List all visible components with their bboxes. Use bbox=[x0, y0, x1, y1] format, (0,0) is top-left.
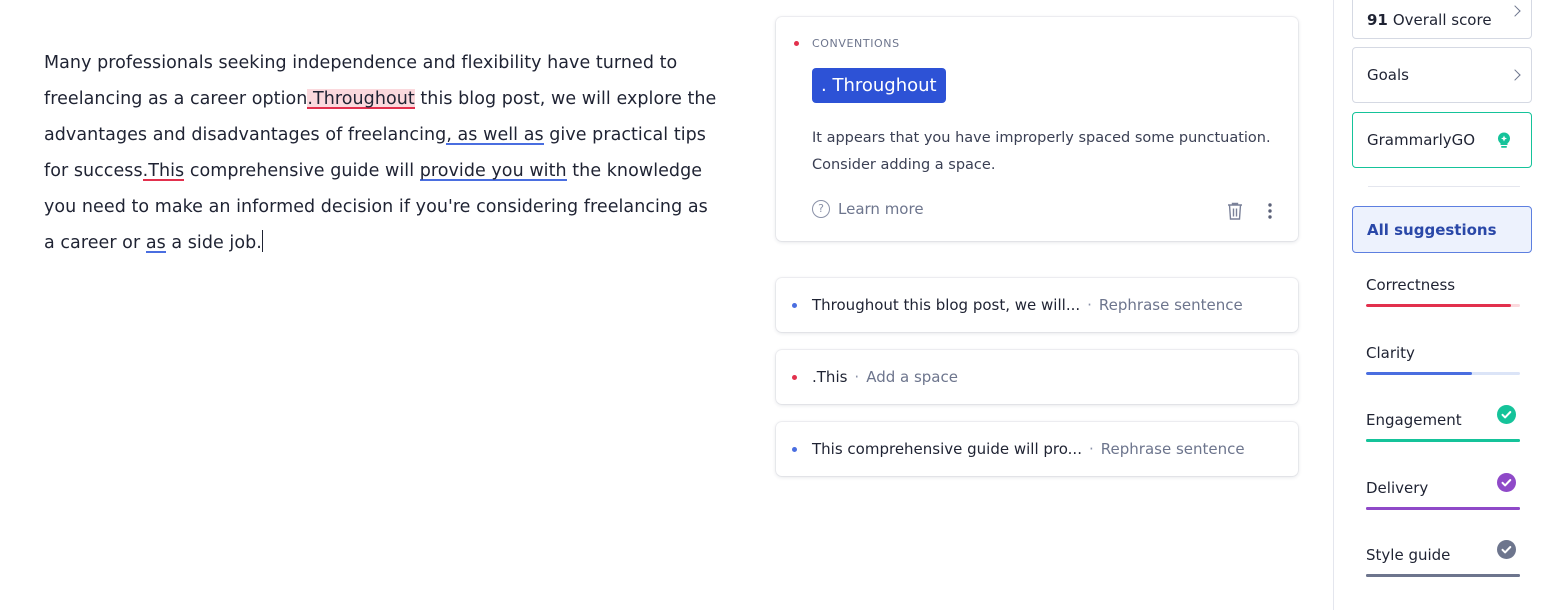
goals-button[interactable]: Goals bbox=[1352, 47, 1532, 103]
progress-fill bbox=[1366, 574, 1520, 577]
suggestion-action: Rephrase sentence bbox=[1098, 296, 1243, 314]
flagged-as[interactable]: as bbox=[146, 233, 166, 253]
category-delivery[interactable]: Delivery bbox=[1366, 473, 1520, 537]
suggestion-item[interactable]: .This · Add a space bbox=[776, 350, 1298, 404]
all-suggestions-tab[interactable]: All suggestions bbox=[1352, 206, 1532, 253]
progress-fill bbox=[1366, 507, 1520, 510]
text-caret bbox=[261, 230, 263, 252]
suggestion-item[interactable]: Throughout this blog post, we will... · Re… bbox=[776, 278, 1298, 332]
category-correctness[interactable]: Correctness bbox=[1366, 276, 1520, 334]
chevron-right-icon bbox=[1509, 69, 1521, 81]
overall-score-button[interactable]: 91 Overall score bbox=[1352, 0, 1532, 39]
text-segment: a side job. bbox=[165, 233, 262, 253]
category-progress-bar bbox=[1366, 372, 1520, 375]
category-dot bbox=[792, 303, 797, 308]
grammarlygo-label: GrammarlyGO bbox=[1367, 131, 1476, 149]
suggestion-action: Rephrase sentence bbox=[1100, 440, 1245, 458]
suggestion-excerpt: This comprehensive guide will pro... bbox=[812, 440, 1082, 458]
sidebar-divider bbox=[1368, 186, 1520, 187]
accept-suggestion-button[interactable]: . Throughout bbox=[812, 68, 946, 103]
progress-fill bbox=[1366, 304, 1511, 307]
flagged-punctuation-this[interactable]: .This bbox=[143, 161, 185, 181]
separator: · bbox=[1088, 440, 1094, 458]
category-progress-bar bbox=[1366, 439, 1520, 442]
learn-more-link[interactable]: ? Learn more bbox=[812, 200, 924, 218]
chevron-right-icon bbox=[1509, 4, 1521, 17]
lightbulb-sparkle-icon bbox=[1497, 132, 1511, 148]
goals-label: Goals bbox=[1367, 66, 1409, 84]
progress-fill bbox=[1366, 372, 1473, 375]
text-segment: comprehensive guide will bbox=[184, 161, 420, 181]
separator: · bbox=[854, 368, 860, 386]
learn-more-label: Learn more bbox=[838, 200, 924, 218]
suggestion-item[interactable]: This comprehensive guide will pro... · Rep… bbox=[776, 422, 1298, 476]
progress-fill bbox=[1366, 439, 1520, 442]
category-progress-bar bbox=[1366, 304, 1520, 307]
trash-icon bbox=[1228, 202, 1242, 220]
category-dot bbox=[792, 375, 797, 380]
category-progress-bar bbox=[1366, 507, 1520, 510]
category-progress-bar bbox=[1366, 574, 1520, 577]
suggestion-action: Add a space bbox=[866, 368, 958, 386]
category-dot bbox=[794, 41, 799, 46]
category-engagement[interactable]: Engagement bbox=[1366, 405, 1520, 469]
category-name: Clarity bbox=[1366, 344, 1415, 362]
active-suggestion-card: CONVENTIONS . Throughout It appears that… bbox=[776, 17, 1298, 241]
dismiss-button[interactable] bbox=[1224, 200, 1246, 222]
flagged-as-well-as[interactable]: , as well as bbox=[446, 125, 543, 145]
suggestion-category: CONVENTIONS bbox=[812, 37, 900, 50]
separator: · bbox=[1087, 296, 1092, 314]
category-name: Correctness bbox=[1366, 276, 1456, 294]
overall-score-value: 91 bbox=[1367, 10, 1388, 29]
category-name: Engagement bbox=[1366, 411, 1462, 429]
flagged-provide-you-with[interactable]: provide you with bbox=[420, 161, 567, 181]
category-name: Style guide bbox=[1366, 546, 1451, 564]
check-circle-icon bbox=[1497, 540, 1516, 559]
category-dot bbox=[792, 447, 797, 452]
more-vertical-icon bbox=[1268, 203, 1272, 219]
flagged-punctuation-throughout[interactable]: .Throughout bbox=[307, 89, 415, 109]
category-clarity[interactable]: Clarity bbox=[1366, 344, 1520, 402]
suggestion-excerpt: Throughout this blog post, we will... bbox=[812, 296, 1081, 314]
overall-score-label: Overall score bbox=[1392, 10, 1492, 29]
grammarlygo-button[interactable]: GrammarlyGO bbox=[1352, 112, 1532, 168]
document-editor[interactable]: Many professionals seeking independence … bbox=[44, 45, 724, 261]
question-circle-icon: ? bbox=[812, 200, 830, 218]
check-circle-icon bbox=[1497, 405, 1516, 424]
category-style-guide[interactable]: Style guide bbox=[1366, 540, 1520, 604]
assistant-sidebar: 91 Overall score Goals GrammarlyGO All s… bbox=[1333, 0, 1546, 610]
more-options-button[interactable] bbox=[1262, 200, 1278, 222]
category-name: Delivery bbox=[1366, 479, 1429, 497]
suggestion-excerpt: .This bbox=[812, 368, 848, 386]
suggestion-explanation: It appears that you have improperly spac… bbox=[812, 130, 1271, 173]
check-circle-icon bbox=[1497, 473, 1516, 492]
